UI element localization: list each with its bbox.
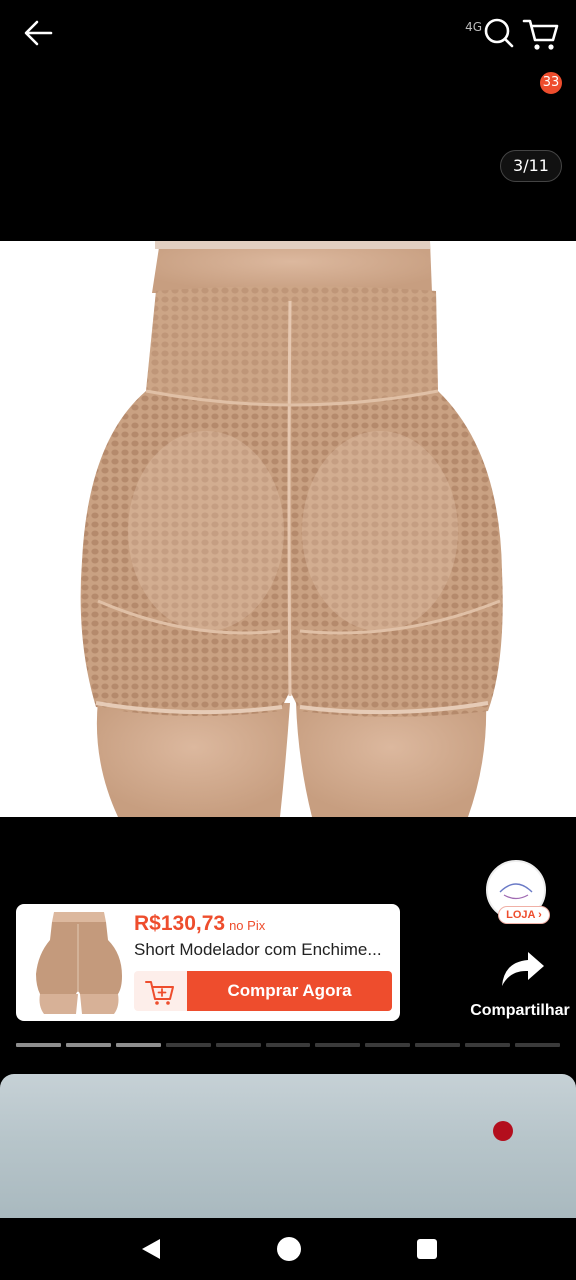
progress-segment <box>265 1043 311 1047</box>
recording-dot <box>493 1121 513 1141</box>
product-price: R$130,73 <box>134 912 226 935</box>
product-photo <box>0 241 576 817</box>
system-back-button[interactable] <box>138 1236 164 1262</box>
progress-segment <box>465 1043 511 1047</box>
chevron-right-icon: › <box>535 909 542 921</box>
progress-segment <box>165 1043 211 1047</box>
product-card[interactable]: R$130,73 no Pix Short Modelador com Enchi… <box>16 904 400 1021</box>
progress-segment <box>215 1043 261 1047</box>
buy-now-button[interactable]: Comprar Agora <box>187 971 392 1011</box>
back-button[interactable] <box>18 12 60 54</box>
share-label[interactable]: Compartilhar <box>464 1002 576 1020</box>
product-thumbnail[interactable] <box>26 910 130 1014</box>
progress-segment <box>16 1043 61 1047</box>
search-icon <box>484 18 514 48</box>
system-navigation-bar <box>0 1218 576 1280</box>
system-recents-button[interactable] <box>417 1239 437 1259</box>
cart-icon <box>522 19 559 50</box>
progress-segment <box>115 1043 161 1047</box>
price-row: R$130,73 no Pix <box>134 912 265 936</box>
progress-segment <box>415 1043 461 1047</box>
system-home-button[interactable] <box>277 1237 301 1261</box>
share-button[interactable] <box>498 950 546 990</box>
progress-segment <box>65 1043 111 1047</box>
store-button[interactable]: LOJA › <box>498 906 550 924</box>
cart-button[interactable] <box>520 12 562 54</box>
gallery-page-counter: 3/11 <box>500 150 562 182</box>
cart-plus-icon <box>145 981 174 1005</box>
progress-segment <box>365 1043 411 1047</box>
product-title[interactable]: Short Modelador com Enchime... <box>134 940 394 960</box>
store-button-label: LOJA <box>506 909 536 921</box>
cart-count-badge: 33 <box>538 70 564 96</box>
top-bar <box>0 62 576 126</box>
arrow-left-icon <box>24 20 53 46</box>
video-progress-indicator <box>16 1043 560 1047</box>
add-to-cart-button[interactable] <box>134 971 188 1011</box>
search-button[interactable] <box>478 12 520 54</box>
price-payment-method: no Pix <box>229 918 266 933</box>
next-video-preview[interactable] <box>0 1074 576 1218</box>
progress-segment <box>315 1043 361 1047</box>
product-thumbnail-image <box>26 910 130 1014</box>
product-image[interactable] <box>0 241 576 817</box>
progress-segment <box>515 1043 560 1047</box>
share-arrow-icon <box>502 952 544 986</box>
triangle-back-icon <box>142 1239 160 1259</box>
